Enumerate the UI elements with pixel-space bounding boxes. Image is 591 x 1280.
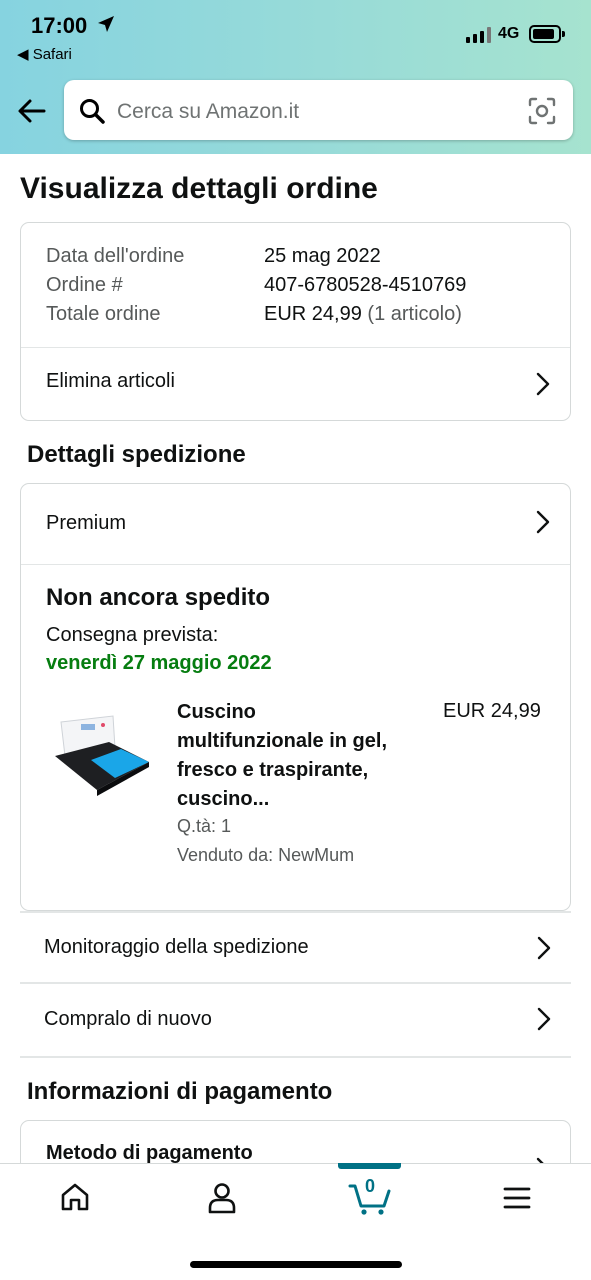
home-indicator (190, 1261, 402, 1268)
track-shipment-row[interactable]: Monitoraggio della spedizione (20, 911, 571, 984)
order-total-value: EUR 24,99 (264, 303, 362, 325)
home-icon[interactable] (60, 1182, 90, 1212)
payment-section-title: Informazioni di pagamento (27, 1078, 333, 1105)
chevron-right-icon (537, 936, 551, 960)
account-icon[interactable] (207, 1182, 237, 1214)
back-arrow-icon[interactable] (16, 95, 48, 127)
order-number-label: Ordine # (46, 274, 123, 296)
order-total-items: (1 articolo) (367, 303, 462, 325)
divider (21, 564, 570, 565)
shipment-status: Non ancora spedito (46, 584, 271, 611)
location-arrow-icon (98, 16, 114, 32)
product-price: EUR 24,99 (443, 700, 541, 722)
track-shipment-label: Monitoraggio della spedizione (44, 936, 309, 958)
product-title-line: cuscino... (177, 788, 270, 810)
camera-search-icon[interactable] (528, 97, 556, 125)
product-title-line: Cuscino (177, 701, 256, 723)
search-icon (80, 99, 105, 124)
chevron-right-icon (536, 510, 550, 534)
buy-again-row[interactable]: Compralo di nuovo (20, 985, 571, 1058)
status-time: 17:00 (31, 13, 88, 38)
order-total-label: Totale ordine (46, 303, 161, 325)
product-title-line: multifunzionale in gel, (177, 730, 387, 752)
search-input[interactable]: Cerca su Amazon.it (64, 80, 573, 140)
battery-icon (529, 25, 565, 43)
buy-again-label: Compralo di nuovo (44, 1008, 212, 1030)
product-seller: Venduto da: NewMum (177, 845, 355, 865)
page-title: Visualizza dettagli ordine (20, 172, 378, 205)
product-qty: Q.tà: 1 (177, 816, 232, 836)
order-total: EUR 24,99 (1 articolo) (264, 303, 462, 326)
bottom-nav: 0 (0, 1163, 591, 1280)
product-image[interactable] (51, 712, 151, 797)
network-type: 4G (498, 25, 520, 42)
delivery-label: Consegna prevista: (46, 624, 219, 646)
shipping-section-title: Dettagli spedizione (27, 441, 246, 468)
payment-method-label: Metodo di pagamento (46, 1142, 253, 1164)
product-title-line: fresco e traspirante, (177, 759, 369, 781)
shipping-service-row[interactable]: Premium (21, 484, 570, 564)
shipping-card: Premium Non ancora spedito Consegna prev… (20, 483, 571, 911)
chevron-right-icon (536, 372, 550, 396)
active-tab-indicator (338, 1163, 401, 1169)
order-number-value: 407-6780528-4510769 (264, 274, 467, 296)
signal-icon (466, 27, 491, 43)
order-date-label: Data dell'ordine (46, 245, 185, 267)
app-header: 17:00 ◀ Safari 4G Cerca su Amazon.it (0, 0, 591, 154)
menu-icon[interactable] (503, 1186, 531, 1210)
product-title[interactable]: Cuscino multifunzionale in gel, fresco e… (177, 698, 437, 814)
delete-items-label: Elimina articoli (46, 370, 175, 392)
delivery-date: venerdì 27 maggio 2022 (46, 652, 272, 674)
chevron-right-icon (537, 1007, 551, 1031)
shipping-service: Premium (46, 512, 127, 534)
order-date-value: 25 mag 2022 (264, 245, 381, 267)
back-to-safari[interactable]: ◀ Safari (17, 45, 72, 63)
cart-count: 0 (365, 1176, 376, 1196)
order-summary-card: Data dell'ordine 25 mag 2022 Ordine # 40… (20, 222, 571, 421)
delete-items-row[interactable]: Elimina articoli (21, 348, 570, 421)
search-placeholder: Cerca su Amazon.it (117, 100, 300, 123)
